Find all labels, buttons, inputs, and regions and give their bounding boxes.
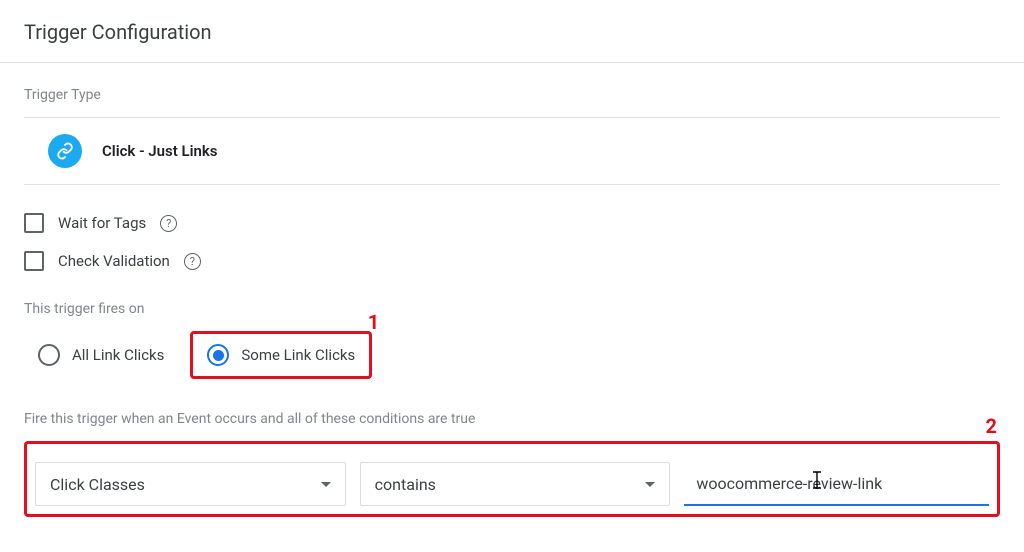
- trigger-type-card[interactable]: Click - Just Links: [24, 117, 1000, 185]
- check-validation-label: Check Validation: [58, 252, 170, 270]
- help-icon[interactable]: ?: [184, 253, 201, 270]
- fires-on-options: All Link Clicks 1 Some Link Clicks: [24, 331, 1000, 379]
- radio-button: [38, 344, 60, 366]
- dropdown-value: contains: [375, 475, 436, 494]
- check-validation-checkbox[interactable]: [24, 251, 44, 271]
- trigger-type-name: Click - Just Links: [102, 142, 218, 160]
- wait-for-tags-checkbox[interactable]: [24, 213, 44, 233]
- condition-operator-dropdown[interactable]: contains: [360, 462, 671, 506]
- trigger-type-label: Trigger Type: [24, 87, 1000, 103]
- radio-all-link-clicks[interactable]: All Link Clicks: [24, 334, 178, 376]
- check-validation-row: Check Validation ?: [24, 251, 1000, 271]
- condition-value-input[interactable]: [684, 462, 989, 506]
- radio-label-all: All Link Clicks: [72, 346, 164, 364]
- annotation-number-2: 2: [986, 414, 997, 438]
- chevron-down-icon: [645, 482, 655, 487]
- radio-button: [207, 344, 229, 366]
- radio-some-link-clicks[interactable]: Some Link Clicks: [193, 334, 369, 376]
- radio-label-some: Some Link Clicks: [241, 346, 355, 364]
- help-icon[interactable]: ?: [160, 215, 177, 232]
- chevron-down-icon: [321, 482, 331, 487]
- fires-on-label: This trigger fires on: [24, 301, 1000, 317]
- annotation-number-1: 1: [368, 310, 379, 334]
- condition-variable-dropdown[interactable]: Click Classes: [35, 462, 346, 506]
- wait-for-tags-label: Wait for Tags: [58, 214, 146, 232]
- condition-label: Fire this trigger when an Event occurs a…: [24, 411, 1000, 427]
- annotation-highlight-1: 1 Some Link Clicks: [190, 331, 372, 379]
- link-icon: [48, 134, 82, 168]
- page-title: Trigger Configuration: [0, 0, 1024, 62]
- annotation-highlight-2: 2 Click Classes contains: [24, 441, 1000, 517]
- dropdown-value: Click Classes: [50, 475, 145, 494]
- wait-for-tags-row: Wait for Tags ?: [24, 213, 1000, 233]
